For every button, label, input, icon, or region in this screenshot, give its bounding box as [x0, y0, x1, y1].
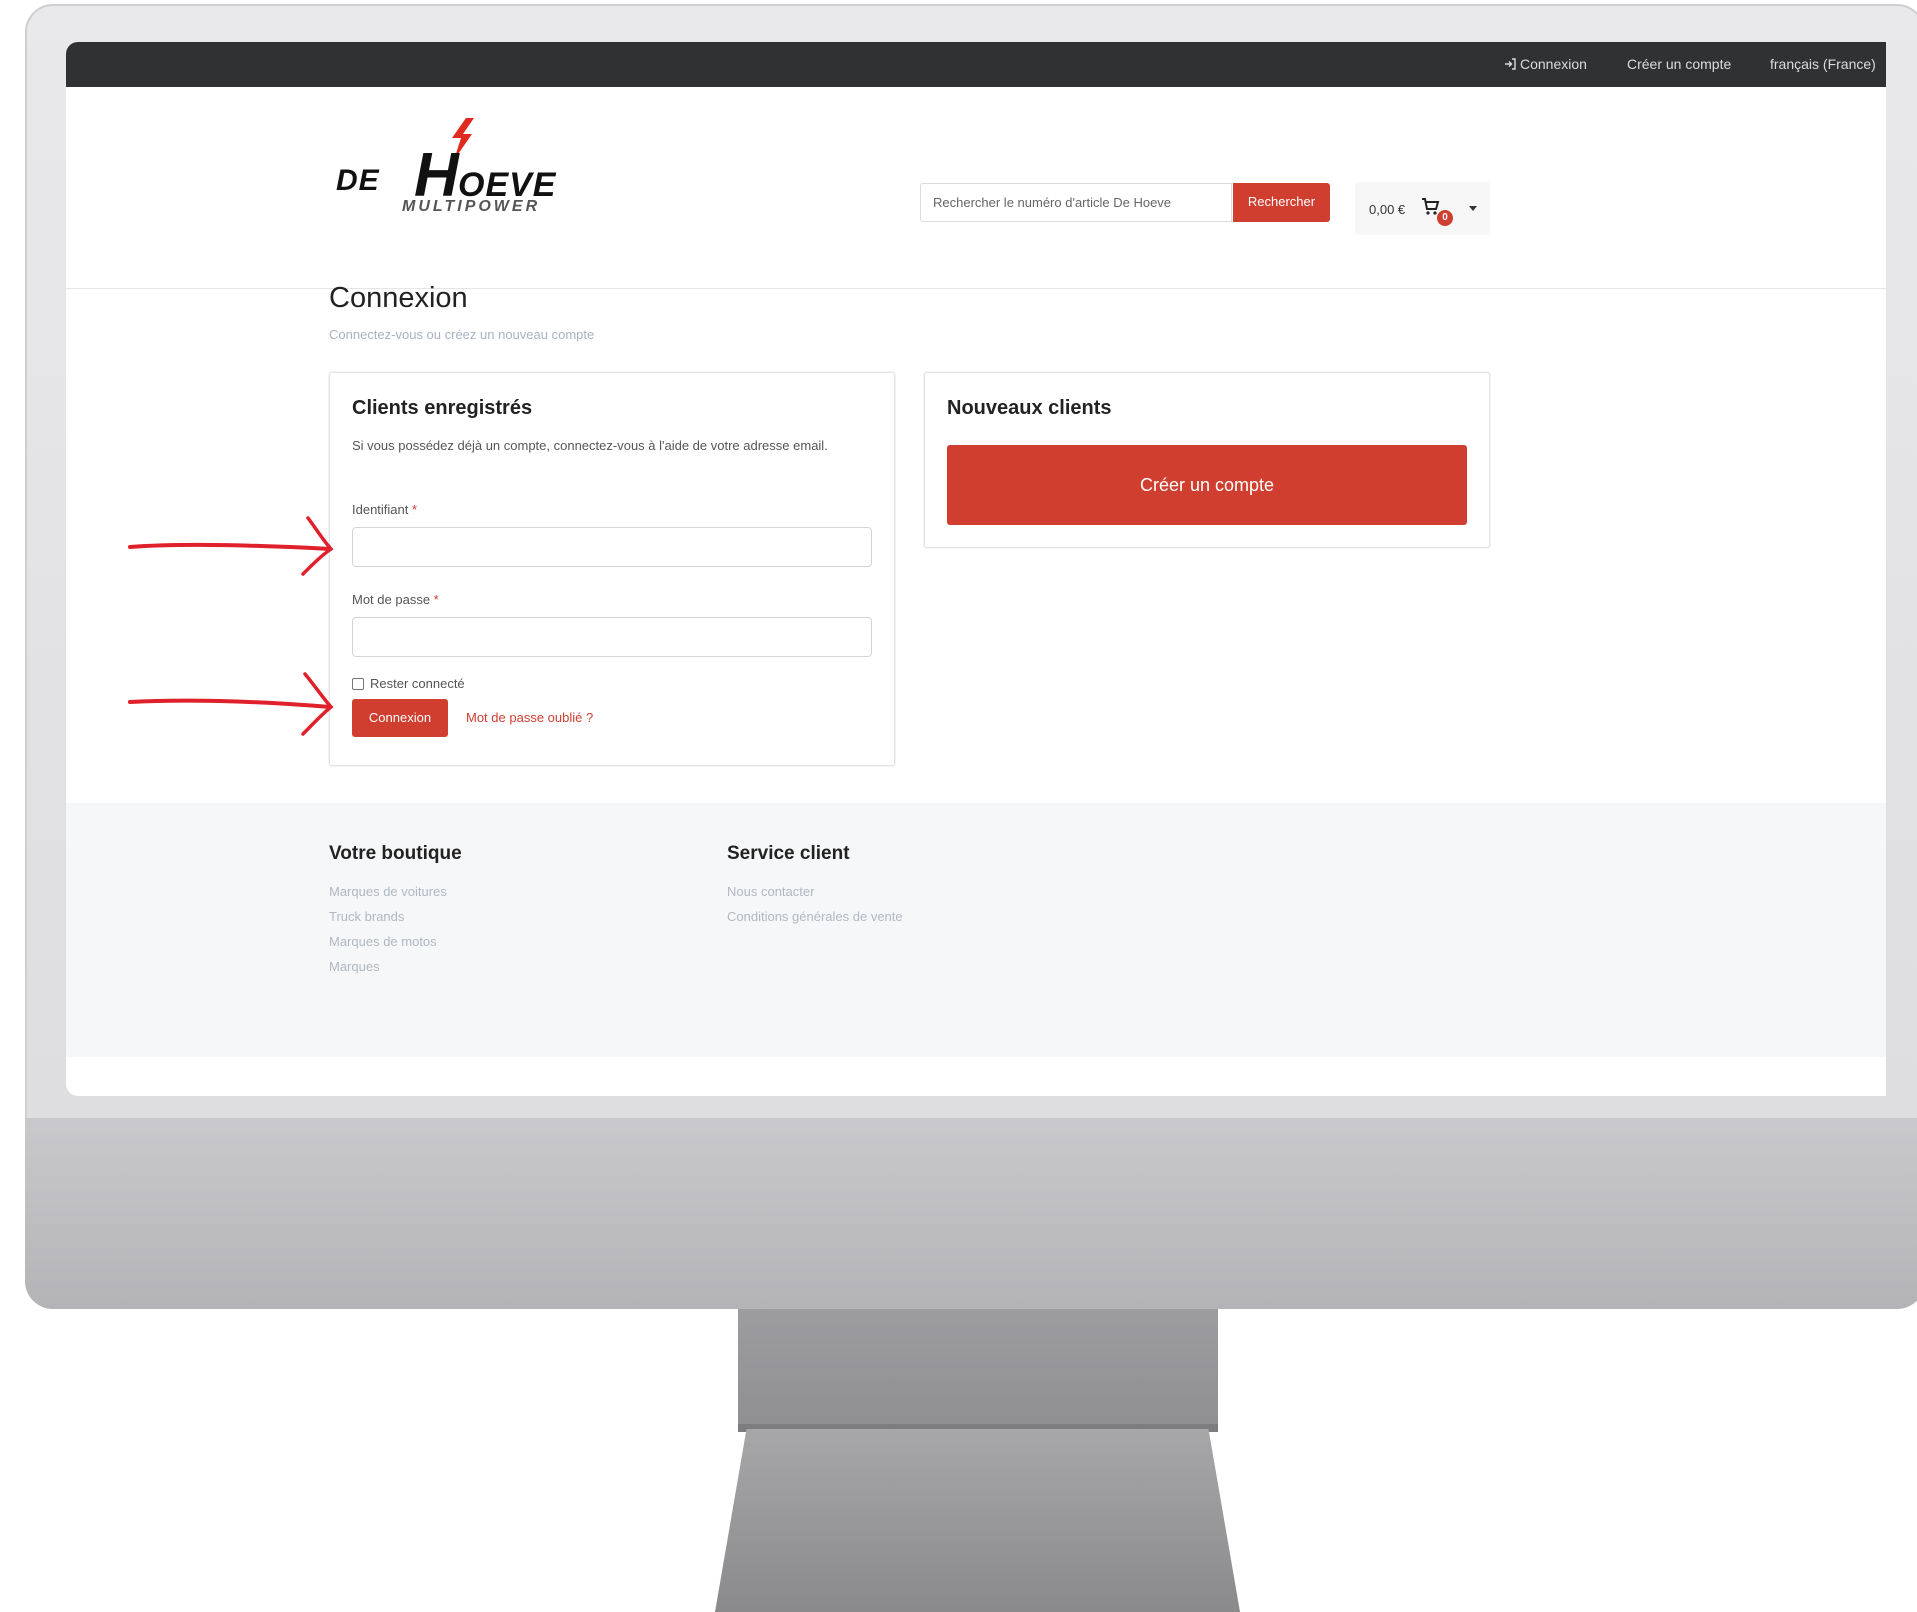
- language-selector[interactable]: français (France): [1770, 56, 1876, 72]
- page-subtitle: Connectez-vous ou créez un nouveau compt…: [329, 327, 595, 342]
- forgot-password-link[interactable]: Mot de passe oublié ?: [466, 710, 593, 725]
- topbar-login-link[interactable]: Connexion: [1504, 56, 1587, 72]
- footer-link-contact[interactable]: Nous contacter: [727, 879, 903, 904]
- monitor-chin: [25, 1118, 1917, 1309]
- logo-multipower: MULTIPOWER: [402, 198, 541, 215]
- search-button[interactable]: Rechercher: [1233, 183, 1330, 222]
- footer-service-column: Service client Nous contacter Conditions…: [727, 843, 903, 929]
- password-label: Mot de passe *: [352, 592, 439, 607]
- footer-link-brands[interactable]: Marques: [329, 954, 462, 979]
- registered-customers-card: Clients enregistrés Si vous possédez déj…: [329, 372, 895, 766]
- page-title: Connexion: [329, 282, 468, 314]
- password-field[interactable]: [352, 617, 872, 657]
- registered-customers-title: Clients enregistrés: [352, 397, 533, 419]
- footer-link-terms[interactable]: Conditions générales de vente: [727, 904, 903, 929]
- logo-de: DE: [336, 164, 380, 197]
- footer-service-title: Service client: [727, 843, 850, 864]
- monitor-stand-base: [715, 1429, 1240, 1612]
- username-label-text: Identifiant: [352, 502, 409, 517]
- remember-me-checkbox[interactable]: [352, 678, 364, 690]
- footer-shop-title: Votre boutique: [329, 843, 462, 864]
- password-label-text: Mot de passe: [352, 592, 431, 607]
- remember-me-label[interactable]: Rester connecté: [370, 676, 465, 691]
- required-mark: *: [433, 592, 439, 607]
- search-input[interactable]: Rechercher le numéro d'article De Hoeve: [920, 183, 1232, 222]
- username-field[interactable]: [352, 527, 872, 567]
- new-customers-title: Nouveaux clients: [947, 397, 1112, 419]
- footer-link-moto-brands[interactable]: Marques de motos: [329, 929, 462, 954]
- footer-link-truck-brands[interactable]: Truck brands: [329, 904, 462, 929]
- cart-amount: 0,00 €: [1369, 202, 1406, 217]
- chevron-down-icon: [1469, 206, 1477, 211]
- required-mark: *: [412, 502, 418, 517]
- new-customers-card: Nouveaux clients Créer un compte: [924, 372, 1490, 548]
- annotation-arrow-login: [128, 672, 334, 736]
- login-icon: [1505, 58, 1516, 70]
- top-bar: Connexion Créer un compte français (Fran…: [66, 42, 1886, 87]
- footer-link-car-brands[interactable]: Marques de voitures: [329, 879, 462, 904]
- cart-dropdown[interactable]: 0,00 € 0: [1355, 182, 1490, 235]
- registered-customers-description: Si vous possédez déjà un compte, connect…: [352, 438, 828, 453]
- login-button[interactable]: Connexion: [352, 699, 448, 737]
- footer-shop-column: Votre boutique Marques de voitures Truck…: [329, 843, 462, 979]
- cart-count-badge: 0: [1437, 210, 1453, 226]
- footer: Votre boutique Marques de voitures Truck…: [66, 803, 1886, 1057]
- topbar-create-account-link[interactable]: Créer un compte: [1627, 56, 1731, 72]
- create-account-button[interactable]: Créer un compte: [947, 445, 1467, 525]
- topbar-login-label: Connexion: [1520, 56, 1587, 72]
- annotation-arrow-username: [128, 516, 334, 576]
- monitor-stand-neck: [738, 1309, 1218, 1429]
- username-label: Identifiant *: [352, 502, 417, 517]
- site-header: DE H OEVE MULTIPOWER Rechercher le numér…: [66, 87, 1886, 289]
